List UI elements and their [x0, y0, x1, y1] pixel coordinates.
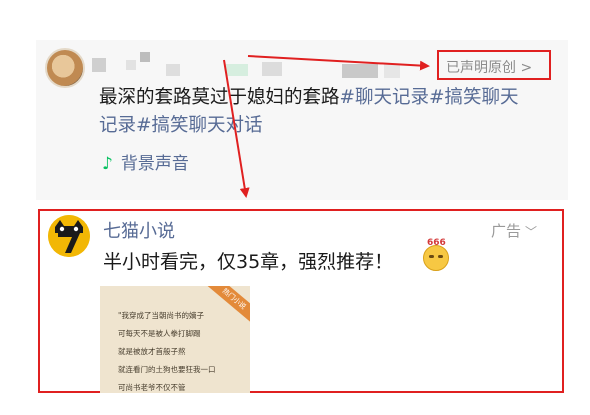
arrow-to-original	[247, 55, 430, 71]
arrow-to-ad	[223, 59, 250, 198]
image-text-line: 就连看门的土狗也要狂我一口	[118, 365, 216, 374]
image-text-line: 就是被放才首般子熬	[118, 347, 186, 356]
advertiser-name[interactable]: 七猫小说	[103, 217, 175, 243]
emoji-badge-text: 666	[427, 238, 446, 248]
ad-label: 广告	[491, 222, 522, 240]
ad-options-button[interactable]: 广告 ﹀	[491, 220, 537, 241]
image-corner-ribbon: 热门小说	[206, 286, 250, 324]
chevron-down-icon: ﹀	[525, 225, 538, 239]
cat-logo-icon	[48, 215, 90, 257]
ad-image[interactable]: 热门小说 "我穿成了当朝尚书的嫡子 可每天不是被人拳打脚踢 就是被放才首般子熬 …	[100, 286, 250, 393]
thinking-emoji-icon	[423, 245, 449, 271]
qimao-logo[interactable]	[48, 215, 90, 257]
ad-headline: 半小时看完，仅35章，强烈推荐！	[103, 251, 394, 273]
image-text-line: 可每天不是被人拳打脚踢	[118, 329, 201, 338]
image-text-line: 可尚书老爷不仅不管	[118, 383, 186, 392]
image-text-line: "我穿成了当朝尚书的嫡子	[118, 311, 204, 320]
annotation-arrows	[223, 55, 430, 198]
